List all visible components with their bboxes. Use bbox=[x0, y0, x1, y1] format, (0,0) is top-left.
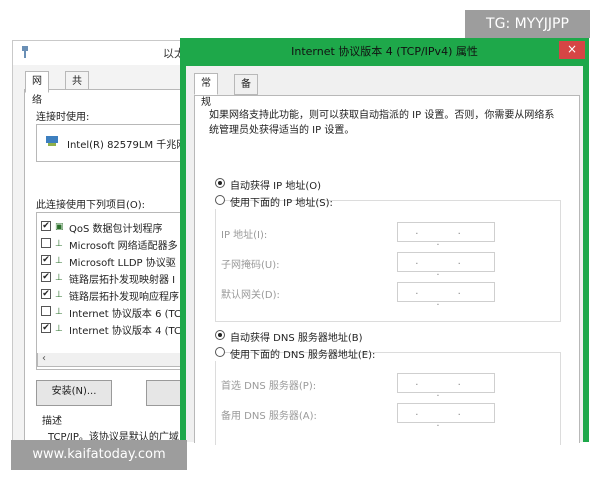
ip-address-value: . . . bbox=[415, 226, 479, 248]
horizontal-scrollbar[interactable]: ‹ bbox=[37, 353, 187, 367]
checkbox[interactable]: ✔ bbox=[41, 272, 51, 282]
item-text: Microsoft 网络适配器多 bbox=[69, 241, 178, 252]
alternate-dns-value: . . . bbox=[415, 407, 479, 429]
dns-manual-label: 使用下面的 DNS 服务器地址(E): bbox=[230, 350, 376, 361]
ip-manual-label: 使用下面的 IP 地址(S): bbox=[230, 198, 333, 209]
background-window-titlebar: 以太 bbox=[13, 41, 203, 65]
ip-auto-radio[interactable] bbox=[215, 178, 225, 188]
tab-network[interactable]: 网络 bbox=[25, 71, 49, 106]
protocol-icon: ⊥ bbox=[55, 256, 63, 266]
ip-manual-radio[interactable] bbox=[215, 195, 225, 205]
dns-auto-label: 自动获得 DNS 服务器地址(B) bbox=[230, 333, 363, 344]
items-label: 此连接使用下列项目(O): bbox=[36, 200, 146, 211]
subnet-mask-value: . . . bbox=[415, 256, 479, 278]
subnet-mask-label: 子网掩码(U): bbox=[221, 260, 280, 271]
items-list[interactable]: ✔ ▣ QoS 数据包计划程序 ⊥ Microsoft 网络适配器多 ✔ ⊥ M… bbox=[36, 212, 188, 370]
dns-manual-radio[interactable] bbox=[215, 347, 225, 357]
protocol-icon: ⊥ bbox=[55, 290, 63, 300]
checkbox[interactable] bbox=[41, 238, 51, 248]
checkbox[interactable]: ✔ bbox=[41, 289, 51, 299]
scroll-left-icon[interactable]: ‹ bbox=[42, 353, 46, 364]
alternate-dns-label: 备用 DNS 服务器(A): bbox=[221, 411, 317, 422]
protocol-icon: ⊥ bbox=[55, 307, 63, 317]
item-text: Microsoft LLDP 协议驱 bbox=[69, 258, 176, 269]
item-text: QoS 数据包计划程序 bbox=[69, 224, 163, 235]
dns-manual-group bbox=[215, 352, 561, 445]
install-button[interactable]: 安装(N)... bbox=[36, 380, 112, 406]
item-text: 链路层拓扑发现映射器 I bbox=[69, 275, 176, 286]
dns-auto-radio[interactable] bbox=[215, 330, 225, 340]
ipv4-properties-dialog: Internet 协议版本 4 (TCP/IPv4) 属性 × 常规 备用配置 … bbox=[180, 38, 589, 445]
dns-manual-option[interactable]: 使用下面的 DNS 服务器地址(E): bbox=[215, 345, 375, 361]
item-text: Internet 协议版本 4 (TC bbox=[69, 326, 182, 337]
dialog-description: 如果网络支持此功能，则可以获取自动指派的 IP 设置。否则，你需要从网络系统管理… bbox=[209, 110, 555, 136]
network-adapter-icon bbox=[46, 136, 58, 146]
preferred-dns-value: . . . bbox=[415, 377, 479, 399]
ip-address-label: IP 地址(I): bbox=[221, 230, 268, 241]
ip-address-input[interactable]: . . . bbox=[397, 222, 495, 248]
qos-icon: ▣ bbox=[55, 222, 64, 232]
protocol-icon: ⊥ bbox=[55, 239, 63, 249]
adapter-name: Intel(R) 82579LM 千兆网 bbox=[67, 140, 187, 151]
dialog-body: 常规 备用配置 如果网络支持此功能，则可以获取自动指派的 IP 设置。否则，你需… bbox=[186, 66, 583, 445]
ip-manual-option[interactable]: 使用下面的 IP 地址(S): bbox=[215, 193, 333, 209]
item-text: 链路层拓扑发现响应程序 bbox=[69, 292, 179, 303]
connect-using-label: 连接时使用: bbox=[36, 112, 90, 123]
protocol-icon: ⊥ bbox=[55, 324, 63, 334]
ip-auto-label: 自动获得 IP 地址(O) bbox=[230, 181, 322, 192]
network-icon bbox=[22, 46, 28, 58]
checkbox[interactable]: ✔ bbox=[41, 323, 51, 333]
alternate-dns-input[interactable]: . . . bbox=[397, 403, 495, 429]
protocol-icon: ⊥ bbox=[55, 273, 63, 283]
checkbox[interactable] bbox=[41, 306, 51, 316]
item-text: Internet 协议版本 6 (TC bbox=[69, 309, 182, 320]
preferred-dns-label: 首选 DNS 服务器(P): bbox=[221, 381, 317, 392]
description-label: 描述 bbox=[42, 416, 62, 427]
tab-general[interactable]: 常规 bbox=[194, 73, 218, 108]
adapter-box: Intel(R) 82579LM 千兆网 bbox=[36, 124, 188, 162]
default-gateway-label: 默认网关(D): bbox=[221, 290, 280, 301]
preferred-dns-input[interactable]: . . . bbox=[397, 373, 495, 399]
watermark-top: TG: MYYJJPP bbox=[465, 10, 590, 38]
subnet-mask-input[interactable]: . . . bbox=[397, 252, 495, 278]
dialog-title: Internet 协议版本 4 (TCP/IPv4) 属性 bbox=[291, 45, 478, 58]
general-tab-panel: 如果网络支持此功能，则可以获取自动指派的 IP 设置。否则，你需要从网络系统管理… bbox=[194, 95, 580, 445]
close-icon[interactable]: × bbox=[559, 41, 585, 59]
checkbox[interactable]: ✔ bbox=[41, 255, 51, 265]
watermark-bottom: www.kaifatoday.com bbox=[11, 440, 187, 470]
tab-alternate-config[interactable]: 备用配置 bbox=[234, 74, 258, 147]
default-gateway-value: . . . bbox=[415, 286, 479, 308]
checkbox[interactable]: ✔ bbox=[41, 221, 51, 231]
default-gateway-input[interactable]: . . . bbox=[397, 282, 495, 308]
